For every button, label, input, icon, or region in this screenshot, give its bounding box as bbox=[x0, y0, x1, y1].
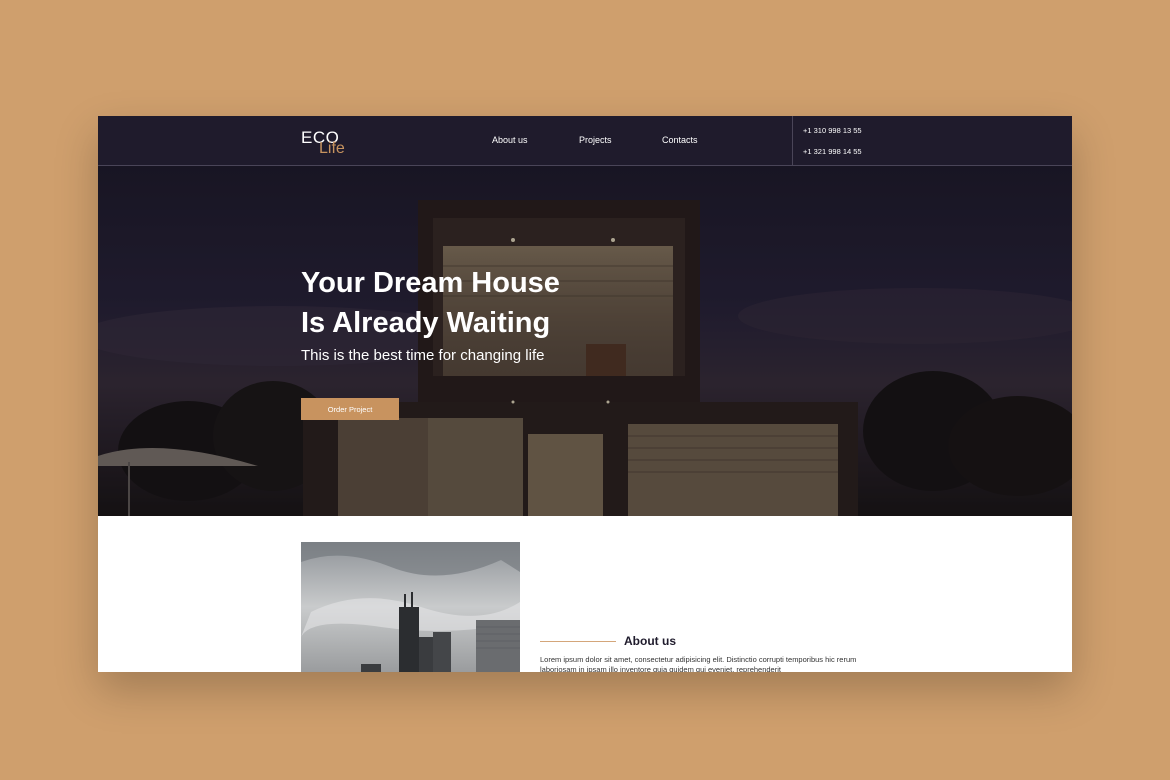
hero-house-image bbox=[98, 166, 1072, 516]
hero-section: Your Dream House Is Already Waiting This… bbox=[98, 166, 1072, 516]
nav-projects[interactable]: Projects bbox=[579, 135, 612, 145]
about-text: Lorem ipsum dolor sit amet, consectetur … bbox=[540, 655, 857, 672]
logo[interactable]: ECO Life bbox=[301, 128, 361, 158]
site-header: ECO Life About us Projects Contacts +1 3… bbox=[98, 116, 1072, 166]
order-project-button[interactable]: Order Project bbox=[301, 398, 399, 420]
hero-title-line2: Is Already Waiting bbox=[301, 307, 551, 339]
website-frame: ECO Life About us Projects Contacts +1 3… bbox=[98, 116, 1072, 672]
phone-link-2[interactable]: +1 321 998 14 55 bbox=[803, 147, 862, 156]
nav-about-us[interactable]: About us bbox=[492, 135, 528, 145]
about-title: About us bbox=[624, 634, 676, 648]
logo-life: Life bbox=[319, 140, 345, 157]
phone-block: +1 310 998 13 55 +1 321 998 14 55 bbox=[792, 116, 1072, 166]
hero-title-line1: Your Dream House bbox=[301, 267, 560, 299]
about-divider bbox=[540, 641, 616, 642]
nav-contacts[interactable]: Contacts bbox=[662, 135, 698, 145]
hero-subtitle: This is the best time for changing life bbox=[301, 347, 545, 364]
about-city-image bbox=[301, 542, 520, 672]
hero-title: Your Dream House Is Already Waiting bbox=[301, 263, 560, 343]
phone-link-1[interactable]: +1 310 998 13 55 bbox=[803, 126, 862, 135]
